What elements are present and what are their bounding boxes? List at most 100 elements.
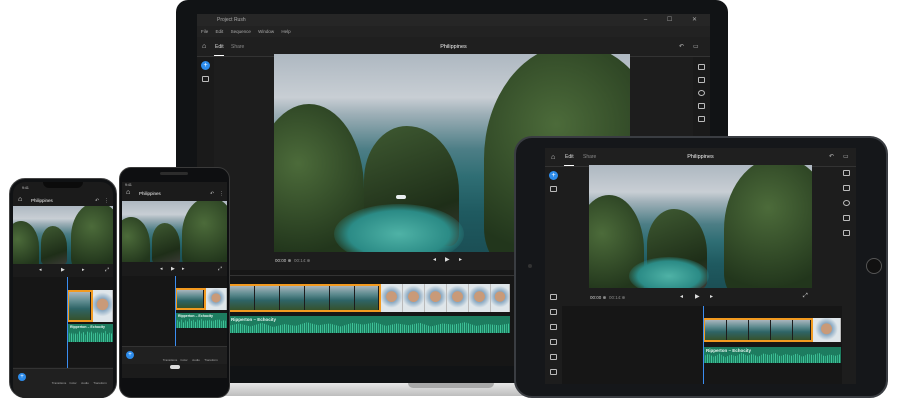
android-app-screen: 9:41 ⌂ Philippines ↶ ⋮ ◂ ▶ ▸ ⤢ Ripperton… — [122, 182, 227, 378]
duplicate-icon[interactable] — [550, 309, 557, 315]
color-icon[interactable] — [698, 90, 705, 96]
comment-icon[interactable]: ▭ — [843, 148, 849, 167]
toolbar-audio[interactable]: Audio — [79, 381, 91, 385]
toolbar-transform[interactable]: Transform — [92, 381, 108, 385]
island-right — [724, 165, 812, 288]
play-icon[interactable]: ▶ — [171, 266, 175, 272]
comment-icon[interactable]: ▭ — [693, 37, 699, 57]
titles-icon[interactable] — [698, 64, 705, 70]
prev-frame-icon[interactable]: ◂ — [433, 256, 436, 263]
playhead[interactable] — [175, 276, 176, 346]
clip-thumbnail — [425, 284, 447, 312]
audio-icon[interactable] — [698, 103, 705, 109]
add-media-icon[interactable]: + — [549, 171, 558, 180]
tablet-camera — [528, 264, 532, 268]
transform-icon[interactable] — [843, 230, 850, 236]
video-clip-people[interactable] — [93, 290, 113, 322]
play-icon[interactable]: ▶ — [61, 267, 65, 273]
toolbar-color[interactable]: Color — [178, 358, 190, 362]
video-clip-people[interactable] — [381, 284, 510, 312]
clip-thumbnail — [469, 284, 491, 312]
island-right — [71, 206, 113, 264]
clip-thumbnail — [813, 318, 841, 342]
transitions-icon[interactable] — [698, 77, 705, 83]
clip-thumbnail — [93, 290, 113, 322]
audio-icon[interactable] — [843, 215, 850, 221]
clip-thumbnail — [69, 292, 91, 320]
titles-icon[interactable] — [843, 170, 850, 176]
prev-frame-icon[interactable]: ◂ — [39, 267, 42, 273]
island-left — [122, 217, 150, 262]
video-clip-people[interactable] — [206, 288, 227, 310]
trash-icon[interactable] — [550, 324, 557, 330]
window-controls[interactable]: – ☐ ✕ — [644, 14, 706, 26]
home-icon[interactable]: ⌂ — [18, 196, 22, 203]
clip-thumbnail — [491, 284, 510, 312]
color-icon[interactable] — [843, 200, 850, 206]
audio-clip[interactable]: Ripperton – Echocity — [67, 324, 113, 342]
fullscreen-icon[interactable]: ⤢ — [803, 293, 808, 300]
toolbar-transform[interactable]: Transform — [203, 358, 219, 362]
prev-frame-icon[interactable]: ◂ — [160, 266, 163, 272]
menu-edit[interactable]: Edit — [216, 29, 224, 34]
audio-clip[interactable]: Ripperton – Echocity — [175, 313, 227, 328]
video-clip-selected[interactable] — [67, 290, 93, 322]
audio-clip-label: Ripperton – Echocity — [231, 317, 277, 322]
audio-waveform — [175, 318, 227, 328]
menu-window[interactable]: Window — [258, 29, 274, 34]
play-icon[interactable]: ▶ — [445, 256, 450, 263]
play-icon[interactable]: ▶ — [695, 293, 700, 300]
toolbar-color[interactable]: Color — [67, 381, 79, 385]
media-bin-icon[interactable] — [202, 76, 209, 82]
audio-clip[interactable]: Ripperton – Echocity — [703, 347, 841, 363]
undo-icon[interactable]: ↶ — [679, 37, 684, 57]
menu-file[interactable]: File — [201, 29, 208, 34]
video-clip-people[interactable] — [813, 318, 841, 342]
snap-icon[interactable] — [550, 339, 557, 345]
playhead[interactable] — [67, 277, 68, 368]
menu-sequence[interactable]: Sequence — [231, 29, 251, 34]
audio-waveform — [703, 352, 841, 363]
audio-clip[interactable]: Ripperton – Echocity — [228, 316, 510, 333]
fullscreen-icon[interactable]: ⤢ — [218, 266, 222, 272]
iphone-app-screen: 9:41 ⌂ Philippines ↶ ⋮ ◂ ▶ ▸ ⤢ Ripperton… — [13, 182, 113, 398]
video-clip-selected[interactable] — [703, 318, 813, 342]
boat — [396, 195, 406, 199]
video-clip-selected[interactable] — [175, 288, 206, 310]
home-icon[interactable]: ⌂ — [126, 189, 130, 196]
next-frame-icon[interactable]: ▸ — [710, 293, 713, 300]
tracks-icon[interactable] — [550, 354, 557, 360]
clip-thumbnail — [793, 320, 811, 340]
island-center — [152, 223, 180, 262]
split-icon[interactable] — [550, 294, 557, 300]
video-clip-selected[interactable] — [228, 284, 381, 312]
transform-icon[interactable] — [698, 116, 705, 122]
prev-frame-icon[interactable]: ◂ — [680, 293, 683, 300]
menu-help[interactable]: Help — [281, 29, 290, 34]
undo-icon[interactable]: ↶ — [829, 148, 834, 167]
toolbar-audio[interactable]: Audio — [190, 358, 202, 362]
laptop-hinge-notch — [408, 383, 494, 388]
next-frame-icon[interactable]: ▸ — [82, 267, 85, 273]
undo-icon[interactable]: ↶ — [95, 198, 99, 204]
media-bin-icon[interactable] — [550, 186, 557, 192]
bottom-toolbar: + Transitions Color Audio Transform — [13, 368, 113, 398]
window-titlebar: Project Rush – ☐ ✕ — [197, 14, 710, 26]
more-icon[interactable]: ⋮ — [104, 198, 109, 204]
playhead[interactable] — [703, 306, 704, 384]
add-media-icon[interactable]: + — [126, 351, 134, 359]
add-media-icon[interactable]: + — [201, 61, 210, 70]
next-frame-icon[interactable]: ▸ — [459, 256, 462, 263]
transitions-icon[interactable] — [843, 185, 850, 191]
more-icon[interactable]: ⋮ — [219, 191, 224, 197]
toolbar-transitions[interactable]: Transitions — [162, 358, 178, 362]
add-media-icon[interactable]: + — [18, 373, 26, 381]
undo-icon[interactable]: ↶ — [210, 191, 214, 197]
clip-thumbnail — [305, 286, 330, 310]
audio-mix-icon[interactable] — [550, 369, 557, 375]
next-frame-icon[interactable]: ▸ — [182, 266, 185, 272]
tablet-home-button[interactable] — [866, 258, 882, 274]
android-home-pill[interactable] — [170, 365, 180, 369]
fullscreen-icon[interactable]: ⤢ — [105, 267, 109, 273]
toolbar-transitions[interactable]: Transitions — [51, 381, 67, 385]
